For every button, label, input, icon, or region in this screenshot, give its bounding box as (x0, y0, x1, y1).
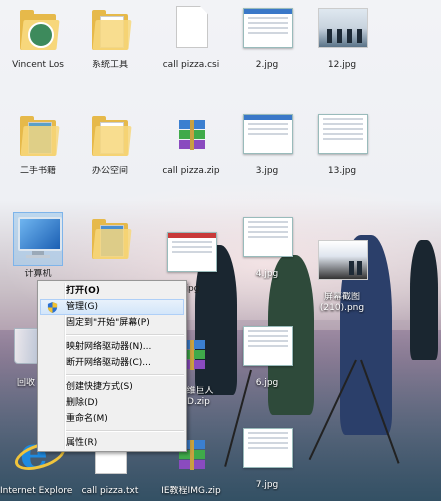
desktop-icon-label: 6.jpg (255, 378, 279, 388)
menu-separator (66, 430, 184, 432)
desktop-icon-3-jpg[interactable]: 3.jpg (231, 110, 303, 177)
desktop-icon-label: 4.jpg (255, 269, 279, 279)
desktop-icon-vincent-los[interactable]: Vincent Los (2, 4, 74, 71)
user-avatar-icon (28, 22, 54, 48)
desktop-icon-label: 7.jpg (255, 480, 279, 490)
archive-icon (179, 120, 205, 150)
desktop-icon-label: 2.jpg (255, 60, 279, 70)
document-icon (176, 6, 208, 48)
desktop-icon-label: 屏幕截图 (210).png (319, 292, 365, 313)
computer-icon (18, 217, 62, 251)
folder-icon (92, 116, 132, 156)
menu-item-label: 管理(G) (66, 302, 98, 312)
folder-icon (92, 10, 132, 50)
desktop-icon-label: Internet Explorer (0, 486, 72, 496)
desktop-icon-label: 系统工具 (91, 60, 128, 70)
desktop-icon-office-space[interactable]: 办公空间 (74, 110, 146, 177)
desktop-icon-2-jpg[interactable]: 2.jpg (231, 4, 303, 71)
desktop-icon-label: call pizza.csi (162, 60, 220, 70)
desktop-icon-7-jpg[interactable]: 7.jpg (231, 424, 303, 491)
menu-item-rename[interactable]: 重命名(M) (38, 411, 186, 427)
image-thumbnail-icon (318, 114, 368, 154)
menu-item-create-shortcut[interactable]: 创建快捷方式(S) (38, 379, 186, 395)
menu-item-delete[interactable]: 删除(D) (38, 395, 186, 411)
menu-item-disconnect-network-drive[interactable]: 断开网络驱动器(C)... (38, 355, 186, 371)
desktop-icon-label: 办公空间 (91, 166, 128, 176)
desktop-icon-6-jpg[interactable]: 6.jpg (231, 322, 303, 389)
desktop-icon-folder-h[interactable] (74, 213, 146, 269)
menu-item-open[interactable]: 打开(O) (38, 283, 186, 299)
menu-separator (66, 374, 184, 376)
menu-item-properties[interactable]: 属性(R) (38, 435, 186, 451)
image-thumbnail-icon (318, 240, 368, 280)
image-thumbnail-icon (243, 326, 293, 366)
shield-icon (47, 302, 58, 313)
desktop-icon-computer[interactable]: 计算机 (2, 212, 74, 280)
desktop-icon-call-pizza-zip[interactable]: call pizza.zip (155, 110, 227, 177)
desktop-icon-13-jpg[interactable]: 13.jpg (306, 110, 378, 177)
desktop-icon-screenshot-210[interactable]: 屏幕截图 (210).png (306, 236, 378, 314)
desktop-icon-label: call pizza.zip (162, 166, 220, 176)
desktop-icon-label: Vincent Los (12, 60, 64, 70)
folder-icon (92, 219, 132, 259)
background-figure (410, 240, 438, 360)
desktop-icon-label: 3.jpg (255, 166, 279, 176)
folder-icon (20, 116, 60, 156)
desktop-icon-label: 计算机 (24, 269, 52, 279)
desktop-icon-12-jpg[interactable]: 12.jpg (306, 4, 378, 71)
desktop-icon-second-hand-books[interactable]: 二手书籍 (2, 110, 74, 177)
desktop-icon-label: call pizza.txt (81, 486, 139, 496)
desktop-icon-label: 13.jpg (327, 166, 357, 176)
menu-separator (66, 334, 184, 336)
image-thumbnail-icon (243, 8, 293, 48)
menu-item-manage[interactable]: 管理(G) (40, 299, 184, 315)
menu-item-pin-to-start[interactable]: 固定到"开始"屏幕(P) (38, 315, 186, 331)
desktop-icon-call-pizza-csi[interactable]: call pizza.csi (155, 4, 227, 71)
desktop-icon-label: IE教程IMG.zip (161, 486, 221, 496)
image-thumbnail-icon (167, 232, 217, 272)
desktop-icon-system-tools[interactable]: 系统工具 (74, 4, 146, 71)
desktop-icon-label: 二手书籍 (19, 166, 56, 176)
context-menu: 打开(O) 管理(G) 固定到"开始"屏幕(P) 映射网络驱动器(N)... 断… (37, 280, 187, 452)
menu-item-map-network-drive[interactable]: 映射网络驱动器(N)... (38, 339, 186, 355)
image-thumbnail-icon (243, 114, 293, 154)
image-thumbnail-icon (243, 428, 293, 468)
image-thumbnail-icon (318, 8, 368, 48)
desktop-icon-4-jpg[interactable]: 4.jpg (231, 213, 303, 280)
image-thumbnail-icon (243, 217, 293, 257)
desktop-icon-label: 12.jpg (327, 60, 357, 70)
